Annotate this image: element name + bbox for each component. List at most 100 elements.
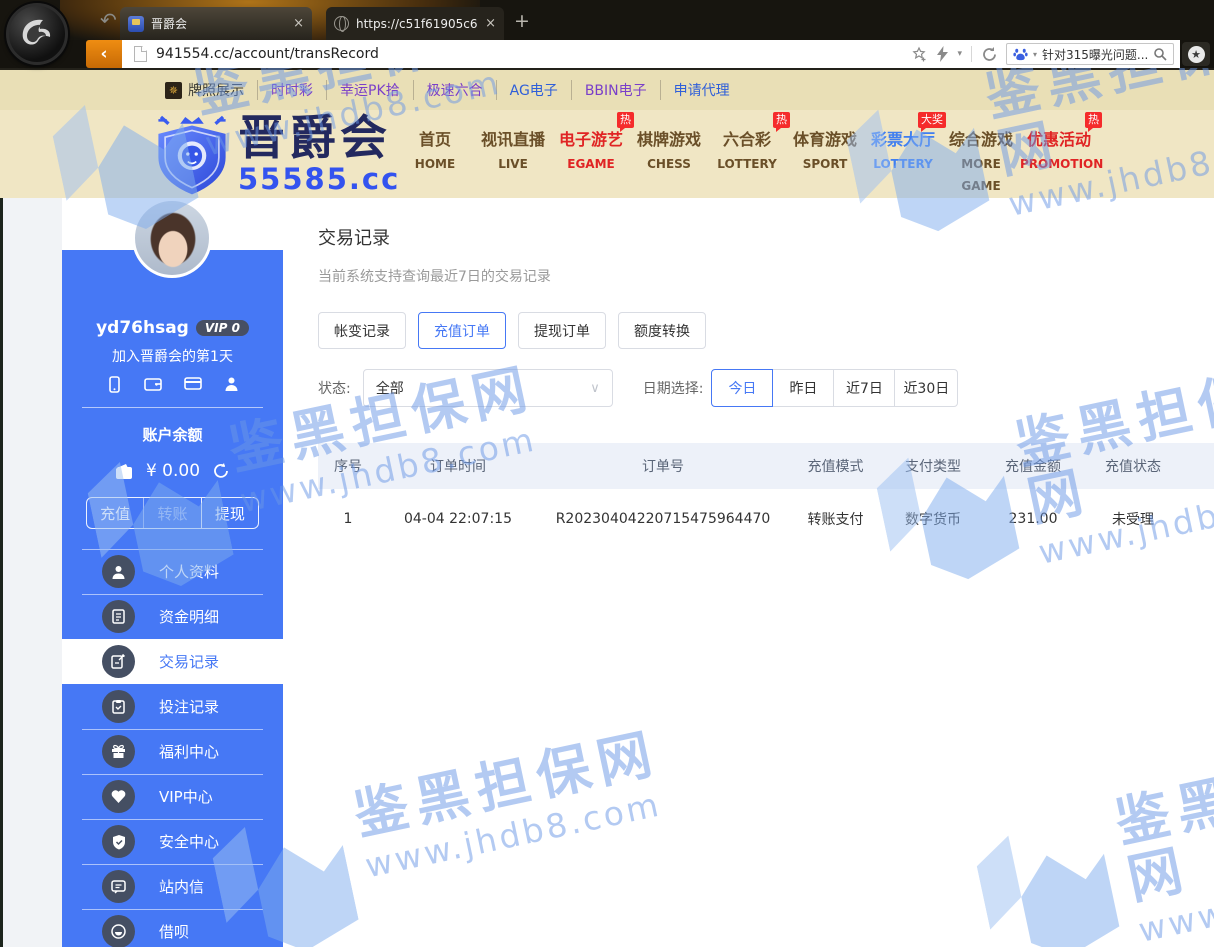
- tab-bar: ↶ 晋爵会 × https://c51f61905c6b × +: [0, 0, 1214, 40]
- sidebar-item-transactions[interactable]: 交易记录: [62, 639, 283, 684]
- sidebar-item-bets[interactable]: 投注记录: [62, 684, 283, 729]
- status-select[interactable]: 全部 ∨: [363, 369, 613, 407]
- search-box[interactable]: ▾ 针对315曝光问题...: [1006, 43, 1174, 65]
- withdraw-button[interactable]: 提现: [201, 498, 258, 528]
- person-icon[interactable]: [224, 376, 239, 392]
- ssc-link[interactable]: 时时彩: [257, 80, 326, 100]
- nav-sport[interactable]: 体育游戏SPORT: [786, 127, 864, 197]
- url-text[interactable]: 941554.cc/account/transRecord: [156, 46, 911, 62]
- nav-lottery[interactable]: 热 六合彩LOTTERY: [708, 127, 786, 197]
- avatar[interactable]: [132, 198, 212, 278]
- site-header: 晋爵会 55585.cc 首页HOME 视讯直播LIVE 热 电子游艺EGAME…: [0, 110, 1214, 198]
- gift-icon: [102, 735, 135, 768]
- nav-chess[interactable]: 棋牌游戏CHESS: [630, 127, 708, 197]
- cheetah-browser-logo[interactable]: [6, 3, 68, 65]
- nav-lottery-hall[interactable]: 大奖 彩票大厅LOTTERY: [864, 127, 942, 197]
- agent-link[interactable]: 申请代理: [660, 80, 743, 100]
- bbin-link[interactable]: BBIN电子: [571, 80, 660, 100]
- sidebar-menu: 个人资料 资金明细 交易记录 投注记录 福利中心 VIP中心 安全中心 站内信: [62, 549, 283, 947]
- left-gutter: [0, 198, 62, 947]
- browser-chrome: ↶ 晋爵会 × https://c51f61905c6b × + ‹ 94155…: [0, 0, 1214, 68]
- url-row: ‹ 941554.cc/account/transRecord ▾ ▾ 针对31…: [0, 40, 1214, 68]
- bookmark-star-icon[interactable]: [911, 46, 928, 63]
- username: yd76hsag: [96, 318, 189, 338]
- brand-crest-logo[interactable]: [150, 112, 234, 200]
- tab-deposit-orders[interactable]: 充值订单: [418, 312, 506, 349]
- nav-promotion[interactable]: 热 优惠活动PROMOTION: [1020, 127, 1098, 197]
- sidebar-item-loan[interactable]: 借呗: [62, 909, 283, 947]
- phone-icon[interactable]: [107, 376, 122, 393]
- filter-row: 状态: 全部 ∨ 日期选择: 今日 昨日 近7日 近30日: [318, 369, 1214, 407]
- shield-icon: [102, 825, 135, 858]
- liuhe-link[interactable]: 极速六合: [413, 80, 496, 100]
- nav-live[interactable]: 视讯直播LIVE: [474, 127, 552, 197]
- balance-value: ¥ 0.00: [146, 461, 200, 481]
- vip-badge: VIP 0: [196, 320, 249, 336]
- date-label: 日期选择:: [643, 378, 704, 398]
- sidebar-item-vip[interactable]: VIP中心: [62, 774, 283, 819]
- sidebar-item-messages[interactable]: 站内信: [62, 864, 283, 909]
- tab-external[interactable]: https://c51f61905c6b ×: [326, 7, 504, 40]
- page-icon: [134, 46, 147, 62]
- funds-icon: [102, 600, 135, 633]
- pk10-link[interactable]: 幸运PK拾: [326, 80, 413, 100]
- tab-site[interactable]: 晋爵会 ×: [120, 7, 312, 40]
- date-7days-button[interactable]: 近7日: [833, 369, 895, 407]
- page-title: 交易记录: [318, 224, 1214, 250]
- divider: [971, 46, 972, 62]
- status-value: 全部: [376, 378, 404, 398]
- tab-quota-transfer[interactable]: 额度转换: [618, 312, 706, 349]
- bets-icon: [102, 690, 135, 723]
- favorites-button[interactable]: ★: [1182, 42, 1210, 66]
- loan-icon: [102, 915, 135, 947]
- account-sidebar: yd76hsag VIP 0 加入晋爵会的第1天 账户余额 ¥ 0.00 充值 …: [62, 250, 283, 947]
- search-icon[interactable]: [1153, 47, 1167, 61]
- tab-withdraw-orders[interactable]: 提现订单: [518, 312, 606, 349]
- license-link-bar: ✵ 牌照展示 时时彩 幸运PK拾 极速六合 AG电子 BBIN电子 申请代理: [0, 68, 1214, 110]
- hot-badge: 热: [773, 112, 790, 128]
- message-icon: [102, 870, 135, 903]
- address-bar[interactable]: 941554.cc/account/transRecord ▾ ▾ 针对315曝…: [122, 40, 1180, 68]
- divider: [82, 407, 263, 408]
- jackpot-badge: 大奖: [918, 112, 946, 128]
- table-row: 1 04-04 22:07:15 R2023040422071547596447…: [318, 489, 1214, 549]
- join-days-text: 加入晋爵会的第1天: [62, 346, 283, 366]
- new-tab-button[interactable]: +: [514, 10, 530, 32]
- nav-more-game[interactable]: 综合游戏MORE GAME: [942, 127, 1020, 197]
- back-button[interactable]: ‹: [86, 40, 122, 68]
- tab-close-icon[interactable]: ×: [293, 16, 304, 31]
- tab-close-icon[interactable]: ×: [485, 16, 496, 31]
- bank-card-icon[interactable]: [184, 376, 202, 391]
- status-label: 状态:: [318, 378, 351, 398]
- nav-home[interactable]: 首页HOME: [396, 127, 474, 197]
- brand-text[interactable]: 晋爵会 55585.cc: [238, 114, 400, 194]
- date-yesterday-button[interactable]: 昨日: [772, 369, 834, 407]
- brand-name: 晋爵会: [238, 114, 400, 164]
- license-link[interactable]: ✵ 牌照展示: [152, 80, 257, 100]
- tab-title: https://c51f61905c6b: [356, 17, 478, 31]
- browser-back-icon[interactable]: ↶: [100, 8, 117, 32]
- wallet-icon[interactable]: [144, 376, 162, 391]
- sidebar-item-funds[interactable]: 资金明细: [62, 594, 283, 639]
- transfer-button[interactable]: 转账: [143, 498, 200, 528]
- sidebar-item-security[interactable]: 安全中心: [62, 819, 283, 864]
- sidebar-item-welfare[interactable]: 福利中心: [62, 729, 283, 774]
- date-today-button[interactable]: 今日: [711, 369, 773, 407]
- refresh-balance-icon[interactable]: [212, 462, 230, 480]
- vip-icon: [102, 780, 135, 813]
- date-30days-button[interactable]: 近30日: [894, 369, 958, 407]
- sidebar-item-profile[interactable]: 个人资料: [62, 549, 283, 594]
- search-engine-dropdown-icon[interactable]: ▾: [1033, 50, 1037, 59]
- globe-icon: [334, 16, 349, 31]
- deposit-button[interactable]: 充值: [87, 498, 143, 528]
- lightning-dropdown-icon[interactable]: ▾: [957, 49, 962, 59]
- page-subtitle: 当前系统支持查询最近7日的交易记录: [318, 266, 1214, 286]
- ag-link[interactable]: AG电子: [496, 80, 571, 100]
- nav-egame[interactable]: 热 电子游艺EGAME: [552, 127, 630, 197]
- lightning-icon[interactable]: [937, 46, 948, 62]
- baidu-icon[interactable]: [1013, 47, 1028, 62]
- search-query[interactable]: 针对315曝光问题...: [1042, 46, 1148, 63]
- refresh-icon[interactable]: [981, 46, 998, 63]
- tab-account-changes[interactable]: 帐变记录: [318, 312, 406, 349]
- profile-icon: [102, 555, 135, 588]
